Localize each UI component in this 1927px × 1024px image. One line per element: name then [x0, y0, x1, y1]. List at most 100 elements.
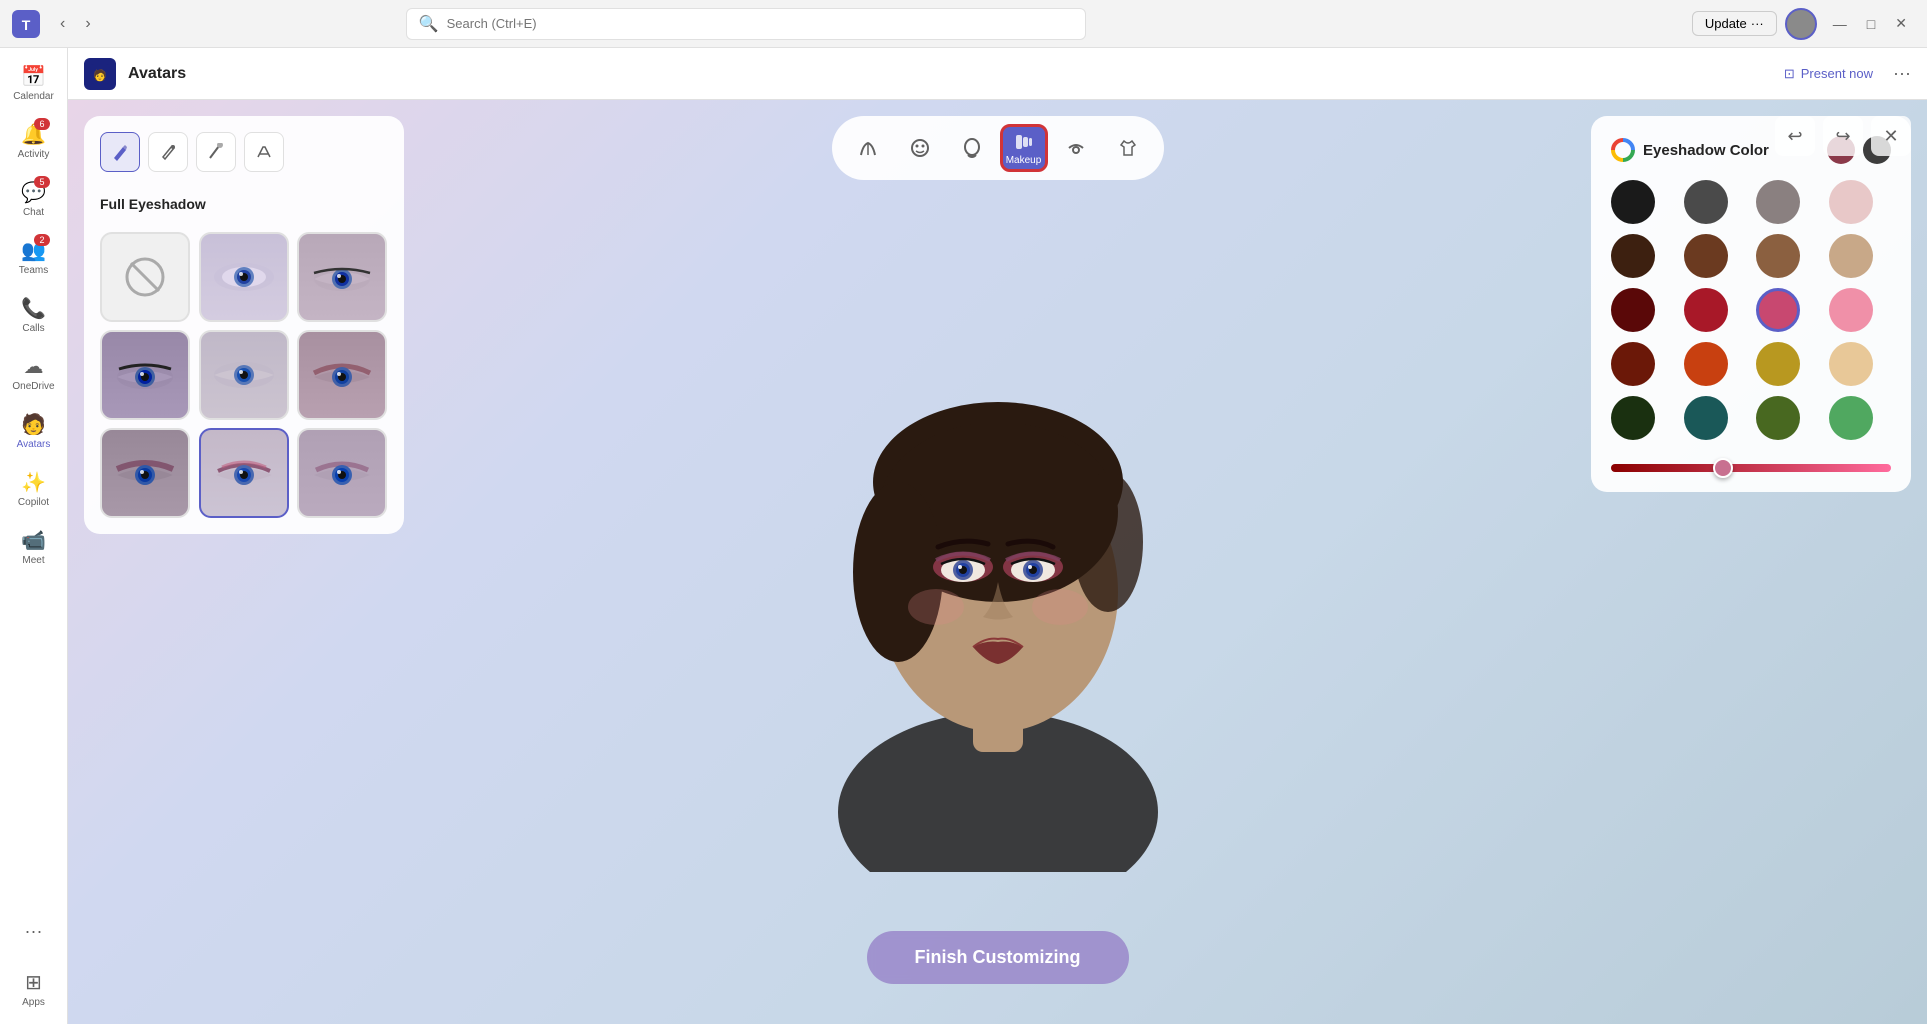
maximize-button[interactable]: □ [1859, 11, 1883, 36]
tool-tab-3[interactable] [196, 132, 236, 172]
present-now-button[interactable]: ⊡ Present now [1772, 60, 1885, 88]
color-scroll-area[interactable] [1611, 180, 1891, 440]
back-button[interactable]: ‹ [52, 11, 73, 37]
color-dot-5[interactable] [1684, 234, 1728, 278]
tool-tab-2[interactable] [148, 132, 188, 172]
color-dot-17[interactable] [1684, 396, 1728, 440]
sidebar: 📅 Calendar 🔔 6 Activity 💬 5 Chat 👥 2 Tea… [0, 48, 68, 1024]
style-item-3[interactable] [100, 330, 190, 420]
undo-button[interactable]: ↩ [1775, 116, 1815, 156]
finish-customizing-button[interactable]: Finish Customizing [867, 931, 1129, 984]
close-editor-button[interactable]: ✕ [1871, 116, 1911, 156]
teams-logo: T [12, 10, 40, 38]
app-header-icon: 🧑 [84, 58, 116, 90]
search-bar[interactable]: 🔍 [406, 8, 1086, 40]
color-wheel-icon [1611, 138, 1635, 162]
clothing-button[interactable] [1104, 124, 1152, 172]
sidebar-item-onedrive[interactable]: ☁ OneDrive [6, 346, 62, 400]
color-dot-4[interactable] [1611, 234, 1655, 278]
eye-preview-7 [201, 430, 287, 516]
header-more-button[interactable]: ··· [1893, 63, 1911, 84]
color-dot-2[interactable] [1756, 180, 1800, 224]
eye-preview-2 [299, 234, 385, 320]
onedrive-icon: ☁ [24, 354, 44, 379]
app-header: 🧑 Avatars ⊡ Present now ··· [68, 48, 1927, 100]
teams-icon: 👥 2 [21, 238, 46, 263]
style-item-5[interactable] [297, 330, 387, 420]
tool-tab-4[interactable] [244, 132, 284, 172]
style-item-1[interactable] [199, 232, 289, 322]
color-dot-15[interactable] [1829, 342, 1873, 386]
color-dot-1[interactable] [1684, 180, 1728, 224]
style-item-2[interactable] [297, 232, 387, 322]
tool-tab-1[interactable] [100, 132, 140, 172]
sidebar-item-teams[interactable]: 👥 2 Teams [6, 230, 62, 284]
right-panel: Eyeshadow Color [1591, 116, 1911, 492]
color-dot-18[interactable] [1756, 396, 1800, 440]
avatar-center [420, 100, 1575, 1024]
window-controls: — □ ✕ [1825, 11, 1915, 36]
color-dot-8[interactable] [1611, 288, 1655, 332]
eye-preview-5 [299, 332, 385, 418]
tool-tabs [100, 132, 388, 172]
face-button[interactable] [896, 124, 944, 172]
sidebar-item-more[interactable]: ··· [6, 905, 62, 958]
color-dot-9[interactable] [1684, 288, 1728, 332]
titlebar-right: Update ··· — □ ✕ [1692, 8, 1915, 40]
sidebar-item-avatars[interactable]: 🧑 Avatars [6, 404, 62, 458]
header-right: ⊡ Present now ··· [1772, 60, 1911, 88]
sidebar-item-apps[interactable]: ⊞ Apps [6, 962, 62, 1016]
calendar-icon: 📅 [21, 64, 46, 89]
style-item-6[interactable] [100, 428, 190, 518]
editor-area: Makeup ↩ ↪ ✕ [68, 100, 1927, 1024]
color-dot-6[interactable] [1756, 234, 1800, 278]
slider-thumb[interactable] [1713, 458, 1733, 478]
sidebar-item-calls[interactable]: 📞 Calls [6, 288, 62, 342]
color-dot-11[interactable] [1829, 288, 1873, 332]
head-button[interactable] [948, 124, 996, 172]
search-icon: 🔍 [419, 14, 439, 34]
nav-buttons: ‹ › [52, 11, 99, 37]
accessories-button[interactable] [1052, 124, 1100, 172]
sidebar-item-chat[interactable]: 💬 5 Chat [6, 172, 62, 226]
forward-button[interactable]: › [77, 11, 98, 37]
style-item-8[interactable] [297, 428, 387, 518]
sidebar-item-meet[interactable]: 📹 Meet [6, 520, 62, 574]
eye-preview-6 [102, 430, 188, 516]
color-dot-12[interactable] [1611, 342, 1655, 386]
calls-icon: 📞 [21, 296, 46, 321]
style-item-7[interactable] [199, 428, 289, 518]
color-dot-14[interactable] [1756, 342, 1800, 386]
sidebar-item-activity[interactable]: 🔔 6 Activity [6, 114, 62, 168]
titlebar: T ‹ › 🔍 Update ··· — □ ✕ [0, 0, 1927, 48]
color-dot-19[interactable] [1829, 396, 1873, 440]
top-toolbar: Makeup [832, 116, 1164, 180]
style-item-4[interactable] [199, 330, 289, 420]
left-panel: Full Eyeshadow [84, 116, 404, 534]
color-slider[interactable] [1611, 464, 1891, 472]
search-input[interactable] [447, 16, 1073, 31]
hair-button[interactable] [844, 124, 892, 172]
no-style-icon [102, 234, 188, 320]
minimize-button[interactable]: — [1825, 11, 1855, 36]
style-none[interactable] [100, 232, 190, 322]
page-title: Avatars [128, 65, 186, 83]
update-button[interactable]: Update ··· [1692, 11, 1777, 36]
color-dot-16[interactable] [1611, 396, 1655, 440]
color-dot-10[interactable] [1756, 288, 1800, 332]
svg-text:🧑: 🧑 [93, 68, 107, 82]
activity-icon: 🔔 6 [21, 122, 46, 147]
color-dot-3[interactable] [1829, 180, 1873, 224]
color-dot-7[interactable] [1829, 234, 1873, 278]
color-dot-13[interactable] [1684, 342, 1728, 386]
makeup-button[interactable]: Makeup [1000, 124, 1048, 172]
sidebar-item-calendar[interactable]: 📅 Calendar [6, 56, 62, 110]
avatar-svg [788, 252, 1208, 872]
avatars-icon: 🧑 [21, 412, 46, 437]
user-avatar[interactable] [1785, 8, 1817, 40]
close-button[interactable]: ✕ [1887, 11, 1915, 36]
redo-button[interactable]: ↪ [1823, 116, 1863, 156]
eye-preview-3 [102, 332, 188, 418]
color-dot-0[interactable] [1611, 180, 1655, 224]
sidebar-item-copilot[interactable]: ✨ Copilot [6, 462, 62, 516]
